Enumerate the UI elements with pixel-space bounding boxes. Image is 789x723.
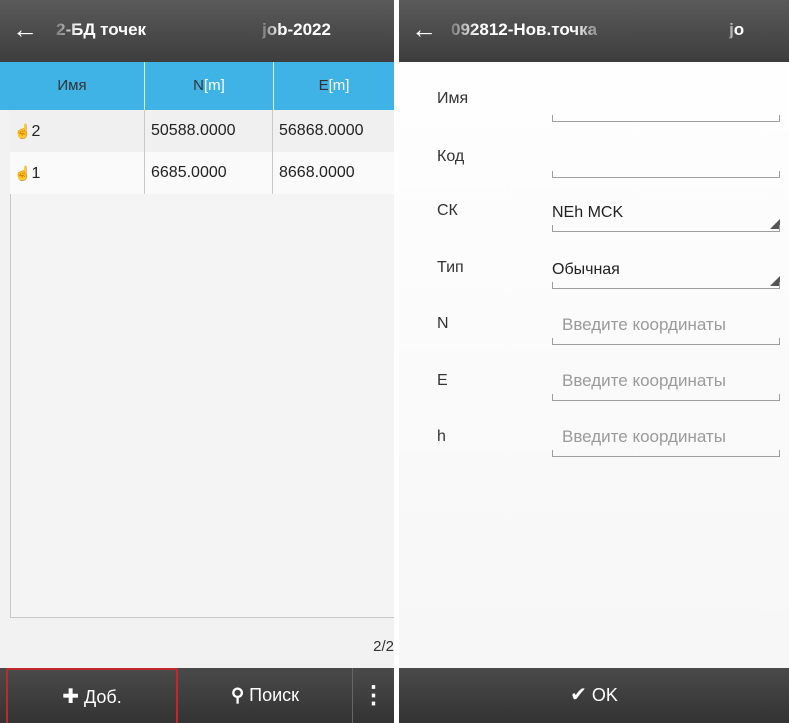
page-title: 2-БД точек: [56, 20, 147, 39]
search-icon: ⚲: [230, 685, 245, 705]
add-point-button[interactable]: ✚ Доб.: [6, 668, 178, 723]
page-title: 092812-Нов.точка: [451, 20, 598, 39]
n-coordinate-input[interactable]: Введите координаты: [552, 313, 780, 345]
name-input[interactable]: [552, 90, 780, 122]
back-arrow-icon[interactable]: ←: [411, 14, 437, 44]
top-bar: ← 092812-Нов.точка jo: [399, 0, 789, 62]
add-point-icon: ✚: [62, 686, 80, 708]
unit-label: [m]: [204, 77, 225, 94]
check-icon: ✔: [570, 684, 587, 706]
table-row[interactable]: ☝1 6685.0000 8668.0000: [10, 152, 394, 195]
field-label-e: E: [437, 372, 448, 389]
cell-e: 8668.0000: [279, 164, 355, 181]
field-label-type: Тип: [437, 259, 464, 276]
field-label-n: N: [437, 315, 449, 332]
hand-pointer-icon: ☝: [14, 123, 32, 139]
job-title: jo: [729, 20, 745, 39]
coordinate-system-select[interactable]: NEh MCK: [552, 200, 780, 232]
bottom-toolbar: ✔ OK: [399, 668, 789, 723]
code-input[interactable]: [552, 146, 780, 178]
back-arrow-icon[interactable]: ←: [12, 14, 38, 44]
dropdown-triangle-icon: [770, 219, 780, 229]
cell-name: ☝2: [10, 110, 145, 152]
column-header-e[interactable]: E[m]: [274, 62, 394, 110]
search-button[interactable]: ⚲ Поиск: [180, 668, 350, 723]
type-select[interactable]: Обычная: [552, 257, 780, 289]
more-vert-icon[interactable]: ⋮: [352, 668, 394, 723]
new-point-panel: ← 092812-Нов.точка jo Имя Код СК NEh MCK…: [399, 0, 789, 723]
column-header-name[interactable]: Имя: [0, 62, 145, 110]
cell-e: 56868.0000: [279, 122, 364, 139]
top-bar: ← 2-БД точек job-2022: [0, 0, 394, 62]
page-indicator: 2/2: [373, 638, 394, 655]
cell-name: ☝1: [10, 152, 145, 194]
field-label-cs: СК: [437, 202, 458, 219]
bottom-toolbar: ✚ Доб. ⚲ Поиск ⋮: [0, 668, 394, 723]
table-row[interactable]: ☝2 50588.0000 56868.0000: [10, 110, 394, 153]
field-label-code: Код: [437, 148, 465, 165]
table-empty-area: [10, 194, 394, 618]
cell-n: 6685.0000: [145, 152, 273, 194]
dropdown-triangle-icon: [770, 276, 780, 286]
hand-pointer-icon: ☝: [14, 165, 32, 181]
job-title: job-2022: [262, 20, 331, 39]
point-database-panel: ← 2-БД точек job-2022 Имя N[m] E[m] ☝2 5…: [0, 0, 394, 723]
h-coordinate-input[interactable]: Введите координаты: [552, 425, 780, 457]
cell-n: 50588.0000: [145, 110, 273, 152]
column-header-n[interactable]: N[m]: [145, 62, 274, 110]
unit-label: [m]: [328, 77, 350, 94]
ok-button[interactable]: ✔ OK: [399, 668, 789, 723]
field-label-h: h: [437, 428, 446, 445]
field-label-name: Имя: [437, 90, 469, 107]
table-header: Имя N[m] E[m]: [0, 62, 394, 110]
e-coordinate-input[interactable]: Введите координаты: [552, 369, 780, 401]
